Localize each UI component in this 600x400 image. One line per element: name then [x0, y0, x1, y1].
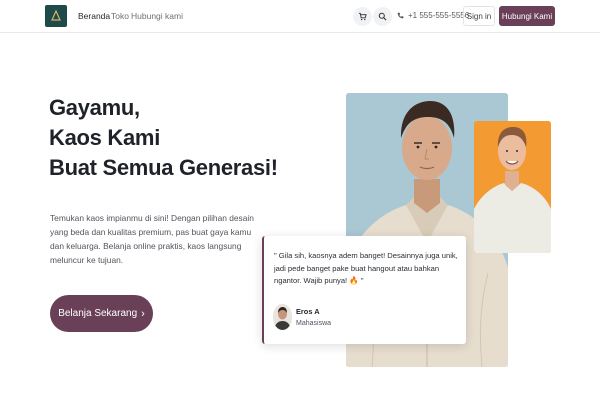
phone-contact[interactable]: +1 555-555-5556 — [397, 11, 469, 20]
top-navbar: Beranda Toko Hubungi kami +1 555-555-555… — [0, 0, 600, 33]
avatar — [273, 304, 292, 330]
cart-button[interactable] — [353, 7, 372, 26]
logo-mark-icon — [51, 10, 61, 21]
nav-link-beranda[interactable]: Beranda — [78, 11, 110, 21]
shop-now-button[interactable]: Belanja Sekarang › — [50, 295, 153, 332]
search-button[interactable] — [373, 7, 392, 26]
nav-link-toko[interactable]: Toko — [111, 11, 129, 21]
testimonial-author-name: Eros A — [296, 307, 320, 316]
hero-title-line-1: Gayamu, — [49, 95, 140, 120]
hero-description: Temukan kaos impianmu di sini! Dengan pi… — [50, 213, 254, 265]
brand-logo[interactable] — [45, 5, 67, 27]
contact-us-button[interactable]: Hubungi Kami — [499, 6, 555, 26]
hero-title: Gayamu, Kaos Kami Buat Semua Generasi! — [49, 93, 289, 183]
phone-number: +1 555-555-5556 — [408, 11, 470, 20]
signin-button[interactable]: Sign in — [463, 6, 495, 26]
testimonial-card: " Gila sih, kaosnya adem banget! Desainn… — [262, 236, 466, 344]
shop-now-label: Belanja Sekarang — [58, 308, 138, 319]
chevron-right-icon: › — [141, 307, 145, 320]
hero-title-line-3: Buat Semua Generasi! — [49, 155, 278, 180]
nav-link-hubungi-kami[interactable]: Hubungi kami — [131, 11, 183, 21]
search-icon — [378, 12, 387, 21]
testimonial-quote: " Gila sih, kaosnya adem banget! Desainn… — [274, 251, 458, 285]
phone-icon — [397, 12, 404, 19]
smiling-man-image — [474, 121, 551, 253]
person-avatar-icon — [273, 304, 292, 330]
hero-secondary-photo — [474, 121, 551, 253]
cart-icon — [358, 12, 367, 21]
testimonial-author-role: Mahasiswa — [296, 320, 332, 327]
hero-title-line-2: Kaos Kami — [49, 125, 161, 150]
